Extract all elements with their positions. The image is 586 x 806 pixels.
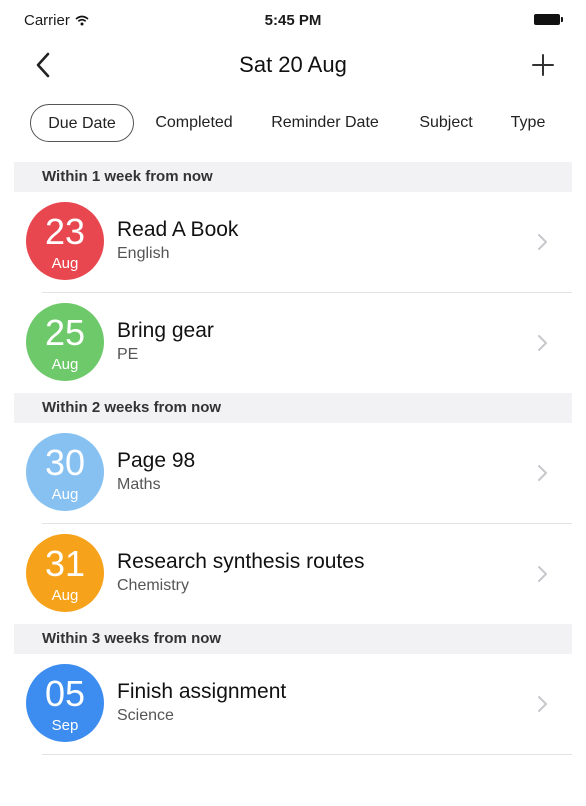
due-day: 30: [44, 442, 86, 483]
homework-subject: Maths: [117, 476, 161, 493]
due-month: Sep: [51, 717, 79, 734]
homework-title: Bring gear: [117, 319, 214, 342]
due-date-badge: 25 Aug: [26, 303, 104, 381]
homework-subject: Science: [117, 707, 174, 724]
homework-title: Finish assignment: [117, 680, 287, 703]
homework-row[interactable]: 31 Aug Research synthesis routes Chemist…: [14, 524, 572, 625]
page-title: Sat 20 Aug: [239, 52, 347, 77]
homework-title: Research synthesis routes: [117, 550, 365, 573]
due-day: 25: [44, 312, 86, 353]
status-time: 5:45 PM: [264, 12, 322, 29]
due-day: 31: [44, 543, 86, 584]
homework-row[interactable]: 25 Aug Bring gear PE: [14, 293, 572, 394]
homework-title: Read A Book: [117, 218, 239, 241]
homework-row[interactable]: 23 Aug Read A Book English: [14, 192, 572, 293]
due-day: 23: [44, 211, 86, 252]
navigation-bar: Sat 20 Aug: [14, 40, 572, 90]
due-date-badge: 31 Aug: [26, 534, 104, 612]
due-date-badge: 05 Sep: [26, 664, 104, 742]
homework-row[interactable]: 05 Sep Finish assignment Science: [14, 654, 572, 755]
filter-due-date[interactable]: Due Date: [30, 104, 134, 142]
chevron-right-icon: [538, 696, 547, 712]
filter-completed[interactable]: Completed: [144, 104, 244, 142]
chevron-right-icon: [538, 234, 547, 250]
due-month: Aug: [51, 356, 79, 373]
status-bar: Carrier 5:45 PM: [14, 0, 572, 38]
filter-reminder-date[interactable]: Reminder Date: [262, 104, 388, 142]
homework-subject: Chemistry: [117, 577, 190, 594]
due-date-badge: 23 Aug: [26, 202, 104, 280]
chevron-right-icon: [538, 335, 547, 351]
due-date-badge: 30 Aug: [26, 433, 104, 511]
filter-type[interactable]: Type: [500, 104, 556, 142]
section-header: Within 2 weeks from now: [14, 393, 572, 423]
app-screen: Carrier 5:45 PM Sat 20 Aug Due Date Comp…: [14, 0, 572, 806]
chevron-right-icon: [538, 566, 547, 582]
due-month: Aug: [51, 486, 79, 503]
due-day: 05: [44, 673, 86, 714]
homework-subject: English: [117, 245, 170, 262]
row-divider: [42, 754, 572, 755]
chevron-right-icon: [538, 465, 547, 481]
filter-subject[interactable]: Subject: [408, 104, 484, 142]
due-month: Aug: [51, 587, 79, 604]
due-month: Aug: [51, 255, 79, 272]
homework-row[interactable]: 30 Aug Page 98 Maths: [14, 423, 572, 524]
homework-subject: PE: [117, 346, 139, 363]
add-button[interactable]: [528, 50, 558, 80]
section-header: Within 1 week from now: [14, 162, 572, 192]
plus-icon: [532, 54, 554, 76]
battery-icon: [534, 14, 563, 25]
section-header: Within 3 weeks from now: [14, 624, 572, 654]
sort-filter-bar: Due Date Completed Reminder Date Subject…: [14, 104, 572, 144]
homework-title: Page 98: [117, 449, 196, 472]
